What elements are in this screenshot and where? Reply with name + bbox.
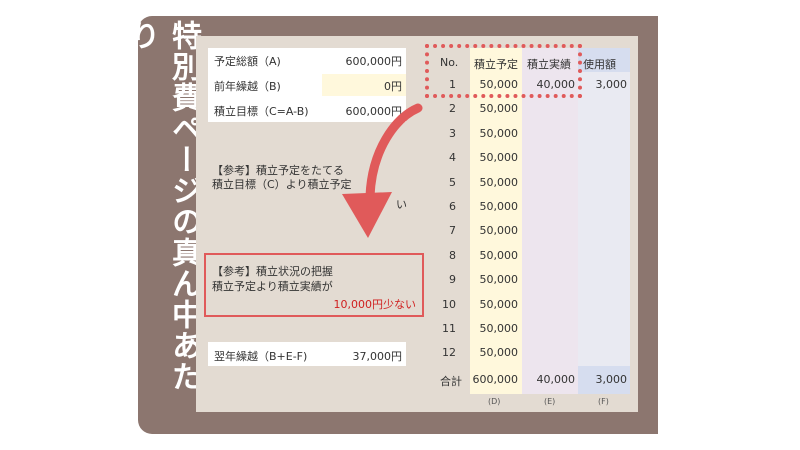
- pointer-arrow-icon: [342, 103, 423, 238]
- arrow-head: [342, 192, 392, 238]
- arrow-shaft: [365, 103, 423, 201]
